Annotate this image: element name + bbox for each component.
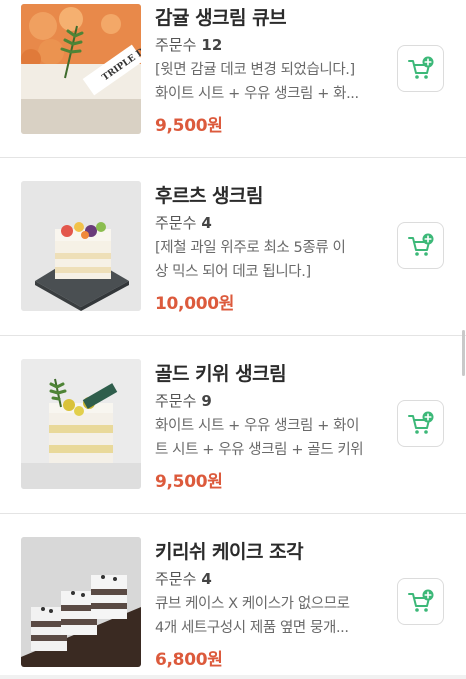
description-line: 트 시트 + 우유 생크림 + 골드 키위	[155, 442, 364, 458]
add-to-cart-button[interactable]	[397, 400, 444, 447]
bottom-edge	[0, 675, 466, 679]
order-count: 주문수 4	[155, 212, 212, 233]
divider	[0, 513, 466, 514]
description-line: 화이트 시트 + 우유 생크림 + 화이	[155, 418, 360, 434]
order-count: 주문수 12	[155, 34, 222, 55]
product-description: [제철 과일 위주로 최소 5종류 이 상 믹스 되어 데코 됩니다.]	[155, 236, 373, 284]
product-item-cookie[interactable]: 키리쉬 케이크 조각 주문수 4 큐브 케이스 X 케이스가 없으므로 4개 세트…	[0, 532, 466, 679]
add-cart-icon	[407, 56, 433, 79]
order-count-label: 주문수	[155, 392, 197, 410]
description-line: 큐브 케이스 X 케이스가 없으므로	[155, 596, 350, 612]
product-name[interactable]: 감귤 생크림 큐브	[155, 3, 287, 30]
product-image-fruit[interactable]	[21, 181, 141, 311]
product-name[interactable]: 골드 키위 생크림	[155, 359, 287, 386]
order-count-label: 주문수	[155, 36, 197, 54]
description-line: [윗면 감귤 데코 변경 되었습니다.]	[155, 62, 355, 78]
product-image-tangerine[interactable]: TRIPLE D	[21, 4, 141, 134]
order-count-value: 9	[201, 392, 212, 410]
add-cart-icon	[407, 589, 433, 612]
product-name[interactable]: 후르츠 생크림	[155, 181, 264, 208]
scrollbar[interactable]	[462, 330, 465, 376]
order-count-value: 12	[201, 36, 223, 54]
description-line: 화이트 시트 + 우유 생크림 + 화...	[155, 86, 359, 102]
product-item-tangerine[interactable]: TRIPLE D 감귤 생크림 큐브 주문수 12 [윗면 감귤 데코 변경 되었…	[0, 0, 466, 176]
divider	[0, 157, 466, 158]
product-price: 9,500원	[155, 116, 223, 136]
product-image-kiwi[interactable]	[21, 359, 141, 489]
description-line: 상 믹스 되어 데코 됩니다.]	[155, 264, 311, 280]
description-line: 4개 세트구성시 제품 옆면 뭉개...	[155, 620, 349, 636]
add-cart-icon	[407, 411, 433, 434]
order-count: 주문수 9	[155, 390, 212, 411]
product-price: 10,000원	[155, 294, 235, 314]
product-price: 6,800원	[155, 650, 223, 670]
order-count-label: 주문수	[155, 570, 197, 588]
product-price: 9,500원	[155, 472, 223, 492]
product-description: [윗면 감귤 데코 변경 되었습니다.] 화이트 시트 + 우유 생크림 + 화…	[155, 58, 373, 106]
product-description: 큐브 케이스 X 케이스가 없으므로 4개 세트구성시 제품 옆면 뭉개...	[155, 592, 373, 640]
product-description: 화이트 시트 + 우유 생크림 + 화이 트 시트 + 우유 생크림 + 골드 …	[155, 414, 373, 462]
order-count: 주문수 4	[155, 568, 212, 589]
product-item-kiwi[interactable]: 골드 키위 생크림 주문수 9 화이트 시트 + 우유 생크림 + 화이 트 시트…	[0, 354, 466, 532]
product-image-cookie[interactable]	[21, 537, 141, 667]
product-name[interactable]: 키리쉬 케이크 조각	[155, 537, 304, 564]
divider	[0, 335, 466, 336]
order-count-value: 4	[201, 214, 212, 232]
add-to-cart-button[interactable]	[397, 578, 444, 625]
add-to-cart-button[interactable]	[397, 222, 444, 269]
order-count-value: 4	[201, 570, 212, 588]
add-to-cart-button[interactable]	[397, 45, 444, 92]
add-cart-icon	[407, 233, 433, 256]
order-count-label: 주문수	[155, 214, 197, 232]
description-line: [제철 과일 위주로 최소 5종류 이	[155, 240, 346, 256]
product-item-fruit[interactable]: 후르츠 생크림 주문수 4 [제철 과일 위주로 최소 5종류 이 상 믹스 되어…	[0, 176, 466, 354]
